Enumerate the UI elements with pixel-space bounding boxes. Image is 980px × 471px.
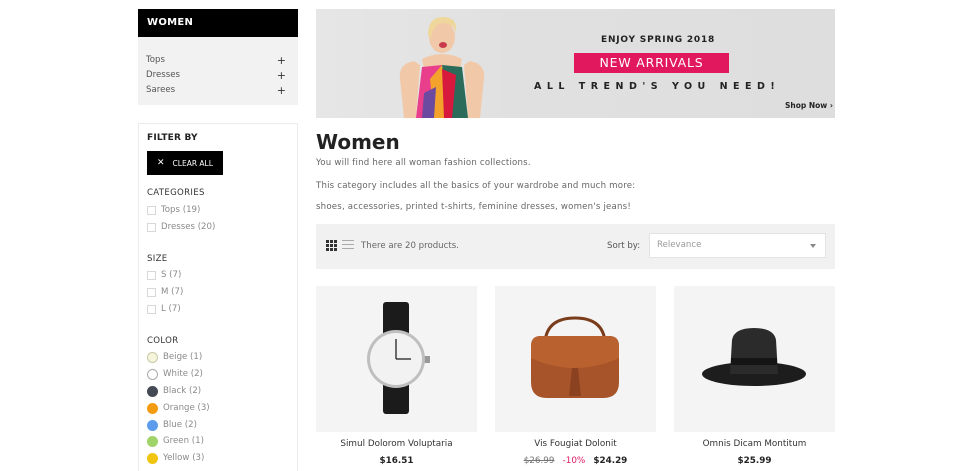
checkbox[interactable] <box>147 304 156 314</box>
bag-icon <box>531 316 619 398</box>
banner-headline: ENJOY SPRING 2018 <box>601 35 716 45</box>
price: $25.99 <box>737 456 772 466</box>
price: $24.29 <box>593 456 628 466</box>
category-item-sarees[interactable]: Sarees + <box>138 83 298 98</box>
product-image[interactable] <box>316 286 477 432</box>
product-image[interactable] <box>674 286 835 432</box>
checkbox[interactable] <box>147 270 156 280</box>
product-card[interactable]: Omnis Dicam Montitum $25.99 <box>674 286 835 471</box>
filter-color-title: COLOR <box>147 336 179 346</box>
chevron-down-icon <box>810 244 816 248</box>
filter-option-color-white[interactable]: White (2) <box>147 367 203 381</box>
filter-option-label: S (7) <box>161 270 182 280</box>
filter-panel: FILTER BY ✕ CLEAR ALL CATEGORIES Tops (1… <box>138 123 298 471</box>
shop-now-link[interactable]: Shop Now › <box>785 101 833 110</box>
color-swatch[interactable] <box>147 368 158 380</box>
category-item-tops[interactable]: Tops + <box>138 53 298 68</box>
category-description-line: This category includes all the basics of… <box>316 181 636 191</box>
filter-option-label: Beige (1) <box>163 352 203 362</box>
product-count: There are 20 products. <box>361 241 459 251</box>
sort-label: Sort by: <box>607 241 641 251</box>
filter-option-color-beige[interactable]: Beige (1) <box>147 350 202 364</box>
filter-option-color-blue[interactable]: Blue (2) <box>147 418 197 432</box>
category-item-label: Tops <box>146 55 165 65</box>
clear-all-label: CLEAR ALL <box>172 158 213 168</box>
filter-option-color-orange[interactable]: Orange (3) <box>147 401 210 415</box>
grid-view-icon[interactable] <box>326 240 337 251</box>
list-view-icon[interactable] <box>342 240 354 251</box>
product-name[interactable]: Vis Fougiat Dolonit <box>495 439 656 449</box>
filter-option-size-l[interactable]: L (7) <box>147 302 181 316</box>
filter-option-color-green[interactable]: Green (1) <box>147 434 204 448</box>
checkbox[interactable] <box>147 205 156 215</box>
filter-option-label: Orange (3) <box>163 403 210 413</box>
price: $16.51 <box>379 456 414 466</box>
filter-option-label: Black (2) <box>163 386 202 396</box>
sort-select[interactable]: Relevance <box>649 233 826 258</box>
color-swatch[interactable] <box>147 435 158 447</box>
product-price: $25.99 <box>674 456 835 466</box>
filter-size-title: SIZE <box>147 254 168 264</box>
product-price: $26.99 -10% $24.29 <box>495 456 656 466</box>
product-price: $16.51 <box>316 456 477 466</box>
banner-tagline: ALL TREND'S YOU NEED! <box>534 81 781 92</box>
promo-banner[interactable]: ENJOY SPRING 2018 NEW ARRIVALS ALL TREND… <box>316 9 835 118</box>
product-card[interactable]: Simul Dolorom Voluptaria $16.51 <box>316 286 477 471</box>
plus-icon[interactable]: + <box>277 53 286 68</box>
category-menu: WOMEN Tops + Dresses + Sarees + <box>138 9 298 105</box>
checkbox[interactable] <box>147 287 156 297</box>
hat-icon <box>702 328 806 386</box>
color-swatch[interactable] <box>147 385 158 397</box>
color-swatch[interactable] <box>147 402 158 414</box>
color-swatch[interactable] <box>147 351 158 363</box>
discount-badge: -10% <box>562 456 586 466</box>
filter-option-label: Tops (19) <box>161 205 201 215</box>
product-image[interactable] <box>495 286 656 432</box>
product-name[interactable]: Simul Dolorom Voluptaria <box>316 439 477 449</box>
filter-option-color-black[interactable]: Black (2) <box>147 384 201 398</box>
filter-option-label: Dresses (20) <box>161 222 216 232</box>
filter-option-label: Yellow (3) <box>163 453 205 463</box>
color-swatch[interactable] <box>147 419 158 431</box>
filter-option-label: White (2) <box>163 369 203 379</box>
product-card[interactable]: Vis Fougiat Dolonit $26.99 -10% $24.29 <box>495 286 656 471</box>
watch-icon <box>367 302 430 414</box>
filter-option-label: L (7) <box>161 304 181 314</box>
sort-select-value: Relevance <box>657 240 702 250</box>
close-icon: ✕ <box>157 158 165 168</box>
category-description-line: shoes, accessories, printed t-shirts, fe… <box>316 202 631 212</box>
category-item-label: Sarees <box>146 85 176 95</box>
category-list: Tops + Dresses + Sarees + <box>138 37 298 98</box>
filter-option-size-s[interactable]: S (7) <box>147 268 181 282</box>
category-item-dresses[interactable]: Dresses + <box>138 68 298 83</box>
filter-option-dresses[interactable]: Dresses (20) <box>147 220 215 234</box>
filter-option-label: Blue (2) <box>163 420 197 430</box>
filter-categories-title: CATEGORIES <box>147 188 205 198</box>
product-name[interactable]: Omnis Dicam Montitum <box>674 439 835 449</box>
filter-option-label: M (7) <box>161 287 184 297</box>
filter-option-color-yellow[interactable]: Yellow (3) <box>147 451 204 465</box>
filter-option-label: Green (1) <box>163 436 204 446</box>
plus-icon[interactable]: + <box>277 83 286 98</box>
filter-option-size-m[interactable]: M (7) <box>147 285 183 299</box>
filter-title: FILTER BY <box>147 133 198 143</box>
category-item-label: Dresses <box>146 70 180 80</box>
old-price: $26.99 <box>523 456 555 466</box>
plus-icon[interactable]: + <box>277 68 286 83</box>
filter-option-tops[interactable]: Tops (19) <box>147 203 200 217</box>
model-image <box>399 17 485 118</box>
clear-all-button[interactable]: ✕ CLEAR ALL <box>147 151 223 175</box>
checkbox[interactable] <box>147 222 156 232</box>
product-toolbar: There are 20 products. Sort by: Relevanc… <box>316 224 835 269</box>
category-menu-title: WOMEN <box>138 9 298 37</box>
color-swatch[interactable] <box>147 452 158 464</box>
category-description-line: You will find here all woman fashion col… <box>316 158 531 168</box>
banner-badge: NEW ARRIVALS <box>574 53 729 73</box>
page-title: Women <box>316 130 400 154</box>
